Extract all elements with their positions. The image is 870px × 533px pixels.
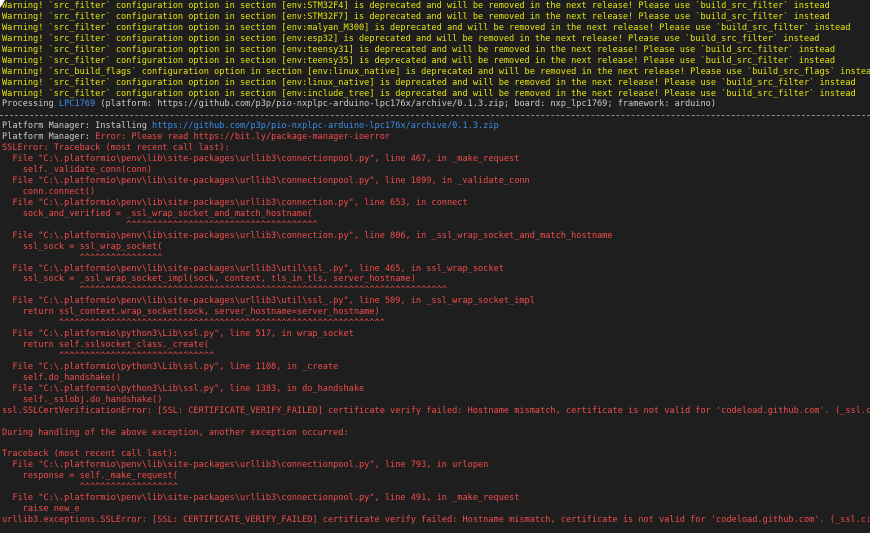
- terminal-text: conn.connect(): [2, 186, 96, 197]
- terminal-line: ^^^^^^^^^^^^^^^^^^^^^^^^^^^^^^^^^^^^^: [0, 220, 870, 231]
- terminal-line: File "C:\.platformio\python3\Lib\ssl.py"…: [0, 362, 870, 373]
- terminal-text: File "C:\.platformio\penv\lib\site-packa…: [2, 460, 489, 471]
- terminal-line: ^^^^^^^^^^^^^^^^^^^^^^^^^^^^^^^^^^^^^^^^…: [0, 318, 870, 329]
- terminal-text: urllib3.exceptions.SSLError: [SSL: CERTI…: [2, 515, 870, 526]
- terminal-line: ssl.SSLCertVerificationError: [SSL: CERT…: [0, 406, 870, 417]
- terminal-text: File "C:\.platformio\penv\lib\site-packa…: [2, 154, 520, 165]
- terminal-line: Warning! `src_filter` configuration opti…: [0, 89, 870, 100]
- terminal-text: Platform Manager:: [2, 132, 96, 143]
- terminal-text: Warning! `src_filter` configuration opti…: [2, 88, 856, 99]
- terminal-line: File "C:\.platformio\python3\Lib\ssl.py"…: [0, 384, 870, 395]
- terminal-text: Error: Please read https://bit.ly/packag…: [95, 132, 391, 143]
- terminal-text: File "C:\.platformio\penv\lib\site-packa…: [2, 176, 530, 186]
- terminal-line: File "C:\.platformio\python3\Lib\ssl.py"…: [0, 329, 870, 340]
- terminal-line: self._validate_conn(conn): [0, 165, 870, 176]
- terminal-line: File "C:\.platformio\penv\lib\site-packa…: [0, 231, 870, 242]
- terminal-text: Warning! `src_filter` configuration opti…: [2, 22, 851, 33]
- terminal-link[interactable]: https://github.com/p3p/pio-nxplpc-arduin…: [152, 121, 499, 131]
- terminal-text: ^^^^^^^^^^^^^^^^: [2, 252, 163, 263]
- terminal-text: Warning! `src_filter` configuration opti…: [2, 77, 856, 88]
- terminal-text: File "C:\.platformio\penv\lib\site-packa…: [2, 197, 468, 208]
- terminal-line: return ssl_context.wrap_socket(sock, ser…: [0, 307, 870, 318]
- terminal-text: File "C:\.platformio\penv\lib\site-packa…: [2, 296, 535, 307]
- terminal-text: raise new_e: [2, 504, 80, 515]
- terminal-line: Warning! `src_build_flags` configuration…: [0, 67, 870, 78]
- terminal-line: File "C:\.platformio\penv\lib\site-packa…: [0, 493, 870, 504]
- terminal-text: ^^^^^^^^^^^^^^^^^^^^^^^^^^^^^^: [2, 351, 215, 361]
- terminal-text: ssl_sock = _ssl_wrap_socket_impl(sock, c…: [2, 274, 416, 285]
- terminal-line: ssl_sock = ssl_wrap_socket(: [0, 242, 870, 253]
- terminal-line: Warning! `src_filter` configuration opti…: [0, 1, 870, 12]
- terminal-line: Warning! `src_filter` configuration opti…: [0, 56, 870, 67]
- terminal-line: During handling of the above exception, …: [0, 428, 870, 439]
- terminal-line: SSLError: Traceback (most recent call la…: [0, 143, 870, 154]
- terminal-line: sock_and_verified = _ssl_wrap_socket_and…: [0, 209, 870, 220]
- terminal-text: File "C:\.platformio\penv\lib\site-packa…: [2, 263, 504, 274]
- terminal-text: File "C:\.platformio\python3\Lib\ssl.py"…: [2, 383, 365, 394]
- terminal-text: ssl_sock = ssl_wrap_socket(: [2, 241, 163, 252]
- terminal-text: ssl.SSLCertVerificationError: [SSL: CERT…: [2, 405, 870, 416]
- terminal-line: self.do_handshake(): [0, 373, 870, 384]
- terminal-text: Warning! `src_filter` configuration opti…: [2, 1, 830, 11]
- terminal-line: ^^^^^^^^^^^^^^^^^^^^^^^^^^^^^^^^^^^^^^^^…: [0, 285, 870, 296]
- terminal-text: Warning! `src_build_flags` configuration…: [2, 66, 870, 77]
- terminal-text: return self.sslsocket_class._create(: [2, 340, 209, 351]
- terminal-line: ^^^^^^^^^^^^^^^^^^^: [0, 482, 870, 493]
- terminal-text: self._sslobj.do_handshake(): [2, 394, 163, 405]
- mouse-cursor-icon: [0, 0, 5, 8]
- terminal-line: self._sslobj.do_handshake(): [0, 395, 870, 406]
- terminal-text: sock_and_verified = _ssl_wrap_socket_and…: [2, 208, 313, 219]
- terminal-output[interactable]: Warning! `src_filter` configuration opti…: [0, 0, 870, 533]
- terminal-line: Platform Manager: Error: Please read htt…: [0, 132, 870, 143]
- terminal-text: During handling of the above exception, …: [2, 427, 349, 438]
- terminal-line: Processing LPC1769 (platform: https://gi…: [0, 99, 870, 110]
- terminal-line: Warning! `src_filter` configuration opti…: [0, 78, 870, 89]
- terminal-text: Traceback (most recent call last):: [2, 449, 178, 460]
- terminal-text: SSLError: Traceback (most recent call la…: [2, 143, 230, 154]
- terminal-text: ^^^^^^^^^^^^^^^^^^^^^^^^^^^^^^^^^^^^^^^^…: [2, 285, 447, 296]
- terminal-line: response = self._make_request(: [0, 471, 870, 482]
- terminal-line: File "C:\.platformio\penv\lib\site-packa…: [0, 176, 870, 187]
- terminal-text: File "C:\.platformio\penv\lib\site-packa…: [2, 493, 520, 504]
- terminal-separator: [0, 110, 870, 121]
- terminal-text: self.do_handshake(): [2, 372, 121, 383]
- terminal-line: File "C:\.platformio\penv\lib\site-packa…: [0, 296, 870, 307]
- terminal-text: ^^^^^^^^^^^^^^^^^^^: [2, 482, 178, 493]
- terminal-text: File "C:\.platformio\penv\lib\site-packa…: [2, 230, 613, 241]
- terminal-text: return ssl_context.wrap_socket(sock, ser…: [2, 307, 380, 318]
- terminal-line: conn.connect(): [0, 187, 870, 198]
- terminal-line: File "C:\.platformio\penv\lib\site-packa…: [0, 460, 870, 471]
- terminal-line: ^^^^^^^^^^^^^^^^: [0, 253, 870, 264]
- terminal-text: File "C:\.platformio\python3\Lib\ssl.py"…: [2, 329, 354, 340]
- terminal-text: (platform: https://github.com/p3p/pio-nx…: [95, 99, 717, 110]
- terminal-line: Warning! `src_filter` configuration opti…: [0, 12, 870, 23]
- terminal-line: File "C:\.platformio\penv\lib\site-packa…: [0, 264, 870, 275]
- terminal-line: return self.sslsocket_class._create(: [0, 340, 870, 351]
- terminal-text: response = self._make_request(: [2, 471, 178, 482]
- terminal-text: Warning! `src_filter` configuration opti…: [2, 44, 835, 55]
- terminal-line: File "C:\.platformio\penv\lib\site-packa…: [0, 198, 870, 209]
- terminal-line: Traceback (most recent call last):: [0, 449, 870, 460]
- terminal-line: Warning! `src_filter` configuration opti…: [0, 45, 870, 56]
- terminal-line: ^^^^^^^^^^^^^^^^^^^^^^^^^^^^^^: [0, 351, 870, 362]
- terminal-line: Warning! `src_filter` configuration opti…: [0, 23, 870, 34]
- terminal-text: Processing: [2, 99, 59, 110]
- terminal-line: File "C:\.platformio\penv\lib\site-packa…: [0, 154, 870, 165]
- terminal-text: self._validate_conn(conn): [2, 165, 153, 176]
- terminal-text: Platform Manager: Installing: [2, 121, 153, 132]
- terminal-text: ^^^^^^^^^^^^^^^^^^^^^^^^^^^^^^^^^^^^^: [2, 219, 318, 230]
- terminal-line: raise new_e: [0, 504, 870, 515]
- terminal-line: urllib3.exceptions.SSLError: [SSL: CERTI…: [0, 515, 870, 526]
- terminal-text: Warning! `src_filter` configuration opti…: [2, 55, 835, 66]
- terminal-line: Warning! `src_filter` configuration opti…: [0, 34, 870, 45]
- terminal-line: Platform Manager: Installing https://git…: [0, 121, 870, 132]
- terminal-text: Warning! `src_filter` configuration opti…: [2, 33, 820, 44]
- terminal-text: ^^^^^^^^^^^^^^^^^^^^^^^^^^^^^^^^^^^^^^^^…: [2, 318, 385, 329]
- terminal-line: ssl_sock = _ssl_wrap_socket_impl(sock, c…: [0, 274, 870, 285]
- terminal-text: File "C:\.platformio\python3\Lib\ssl.py"…: [2, 361, 339, 372]
- terminal-link[interactable]: LPC1769: [59, 99, 95, 109]
- terminal-text: Warning! `src_filter` configuration opti…: [2, 11, 830, 22]
